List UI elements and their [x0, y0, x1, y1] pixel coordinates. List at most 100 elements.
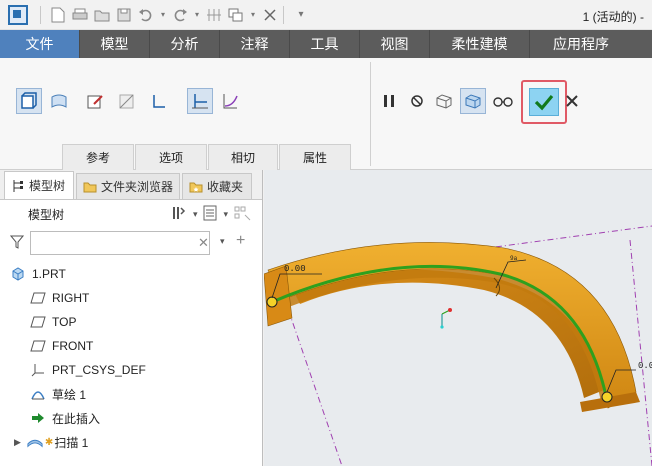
group-tab-tangency[interactable]: 相切 — [208, 144, 278, 170]
preview-button[interactable] — [431, 88, 457, 114]
thicken-button[interactable] — [146, 88, 172, 114]
tab-applications[interactable]: 应用程序 — [530, 30, 632, 58]
group-tab-properties[interactable]: 属性 — [279, 144, 351, 170]
search-input[interactable] — [30, 231, 210, 255]
tree-item-csys[interactable]: PRT_CSYS_DEF — [0, 358, 262, 382]
chevron-down-icon[interactable]: ▾ — [249, 6, 257, 24]
navigator-tabs: 模型树 文件夹浏览器 收藏夹 — [0, 170, 262, 200]
sketch-icon — [30, 386, 46, 402]
favorites-icon — [189, 180, 203, 194]
ok-button-face — [529, 88, 559, 116]
tab-model-tree-label: 模型树 — [29, 179, 66, 193]
tab-file[interactable]: 文件 — [0, 30, 80, 58]
tree-item-label: 1.PRT — [32, 267, 66, 281]
expand-arrow-icon[interactable]: ▶ — [14, 437, 21, 448]
no-preview-icon — [411, 95, 423, 107]
tab-favorites[interactable]: 收藏夹 — [182, 173, 252, 199]
tree-item-label: TOP — [52, 315, 77, 329]
remove-material-button[interactable] — [114, 88, 140, 114]
variable-section-icon — [223, 94, 238, 109]
redo-icon[interactable] — [171, 6, 189, 24]
glasses-view-button[interactable] — [490, 88, 516, 114]
sweep-feature-icon — [27, 434, 43, 450]
tree-tools: ▾ ▾ — [171, 205, 252, 224]
window-title: 1 (活动的) - — [582, 10, 644, 24]
no-preview-button[interactable] — [404, 88, 430, 114]
windows-icon[interactable] — [227, 6, 245, 24]
regenerate-icon[interactable] — [205, 6, 223, 24]
undo-icon[interactable] — [137, 6, 155, 24]
dimension-label-right[interactable]: 0.0 — [638, 361, 652, 371]
tree-item-sweep[interactable]: ▶ ✱ 扫描 1 — [0, 430, 262, 454]
navigator-panel: 模型树 文件夹浏览器 收藏夹 模型树 ▾ ▾ ✕ ▾ + 1.PRT RIGHT… — [0, 170, 263, 466]
tree-item-label: FRONT — [52, 339, 94, 353]
verify-icon — [465, 94, 481, 109]
dimension-label-left[interactable]: 0.00 — [284, 264, 306, 274]
close-window-icon[interactable] — [261, 6, 279, 24]
insert-arrow-icon — [30, 410, 46, 426]
tab-flexible-modeling[interactable]: 柔性建模 — [430, 30, 530, 58]
variable-section-button[interactable] — [217, 88, 243, 114]
filter-icon[interactable] — [9, 235, 25, 252]
glasses-icon — [493, 97, 513, 107]
chevron-down-icon[interactable]: ▾ — [193, 209, 198, 220]
chevron-down-icon[interactable]: ▾ — [193, 6, 201, 24]
constant-section-button[interactable] — [187, 88, 213, 114]
add-icon[interactable]: + — [236, 232, 245, 250]
cancel-button[interactable] — [562, 88, 582, 114]
graphics-window[interactable]: 0.00 0.0 9a — [264, 170, 652, 466]
tree-settings-icon[interactable] — [171, 205, 187, 224]
checkmark-icon — [534, 94, 554, 111]
tree-item-sketch[interactable]: 草绘 1 — [0, 382, 262, 406]
open-folder-icon[interactable] — [93, 6, 111, 24]
surface-sweep-button[interactable] — [46, 88, 72, 114]
tab-model-tree[interactable]: 模型树 — [4, 171, 74, 199]
tab-model[interactable]: 模型 — [80, 30, 150, 58]
tree-item-top-plane[interactable]: TOP — [0, 310, 262, 334]
trajectory-start-point[interactable] — [266, 296, 278, 308]
tree-item-right-plane[interactable]: RIGHT — [0, 286, 262, 310]
pause-icon — [384, 95, 394, 107]
sketch-button[interactable] — [82, 88, 108, 114]
chevron-down-icon[interactable]: ▾ — [159, 6, 167, 24]
group-tab-options[interactable]: 选项 — [135, 144, 207, 170]
chevron-down-icon[interactable]: ▾ — [220, 236, 225, 247]
trajectory-end-point[interactable] — [601, 391, 613, 403]
tree-filter-options-icon[interactable] — [203, 205, 217, 224]
pause-button[interactable] — [376, 88, 402, 114]
show-columns-icon[interactable] — [234, 205, 252, 224]
solid-sweep-button[interactable] — [16, 88, 42, 114]
tab-view[interactable]: 视图 — [360, 30, 430, 58]
customize-toolbar-icon[interactable]: ▾ — [292, 6, 310, 24]
tree-item-insert-here[interactable]: 在此插入 — [0, 406, 262, 430]
model-tree-title: 模型树 — [28, 207, 65, 222]
ribbon-tabs: 文件 模型 分析 注释 工具 视图 柔性建模 应用程序 — [0, 30, 652, 58]
print-icon[interactable] — [71, 6, 89, 24]
app-icon[interactable] — [8, 4, 28, 25]
new-feature-marker-icon: ✱ — [44, 436, 54, 448]
dimension-label-top[interactable]: 9a — [510, 255, 518, 262]
tree-item-part[interactable]: 1.PRT — [0, 262, 262, 286]
tab-annotate[interactable]: 注释 — [220, 30, 290, 58]
model-tree-icon — [11, 179, 25, 193]
clear-search-icon[interactable]: ✕ — [198, 235, 209, 251]
tab-favorites-label: 收藏夹 — [207, 180, 244, 194]
tab-tools[interactable]: 工具 — [290, 30, 360, 58]
close-icon — [566, 95, 578, 107]
tree-item-front-plane[interactable]: FRONT — [0, 334, 262, 358]
model-canvas[interactable]: 0.00 0.0 9a — [264, 170, 652, 466]
folder-icon — [83, 180, 97, 194]
datum-axis-line — [629, 239, 652, 466]
ok-button[interactable] — [521, 80, 567, 124]
chevron-down-icon[interactable]: ▾ — [223, 209, 228, 220]
save-icon[interactable] — [115, 6, 133, 24]
toolbar-separator — [283, 5, 284, 24]
tab-folder-browser[interactable]: 文件夹浏览器 — [76, 173, 180, 199]
surface-icon — [51, 94, 67, 108]
verify-preview-button[interactable] — [460, 88, 486, 114]
tab-analysis[interactable]: 分析 — [150, 30, 220, 58]
model-tree-header: 模型树 ▾ ▾ — [0, 200, 262, 228]
group-tab-references[interactable]: 参考 — [62, 144, 134, 170]
ribbon-group-tabs: 参考 选项 相切 属性 — [62, 144, 352, 170]
new-file-icon[interactable] — [49, 6, 67, 24]
